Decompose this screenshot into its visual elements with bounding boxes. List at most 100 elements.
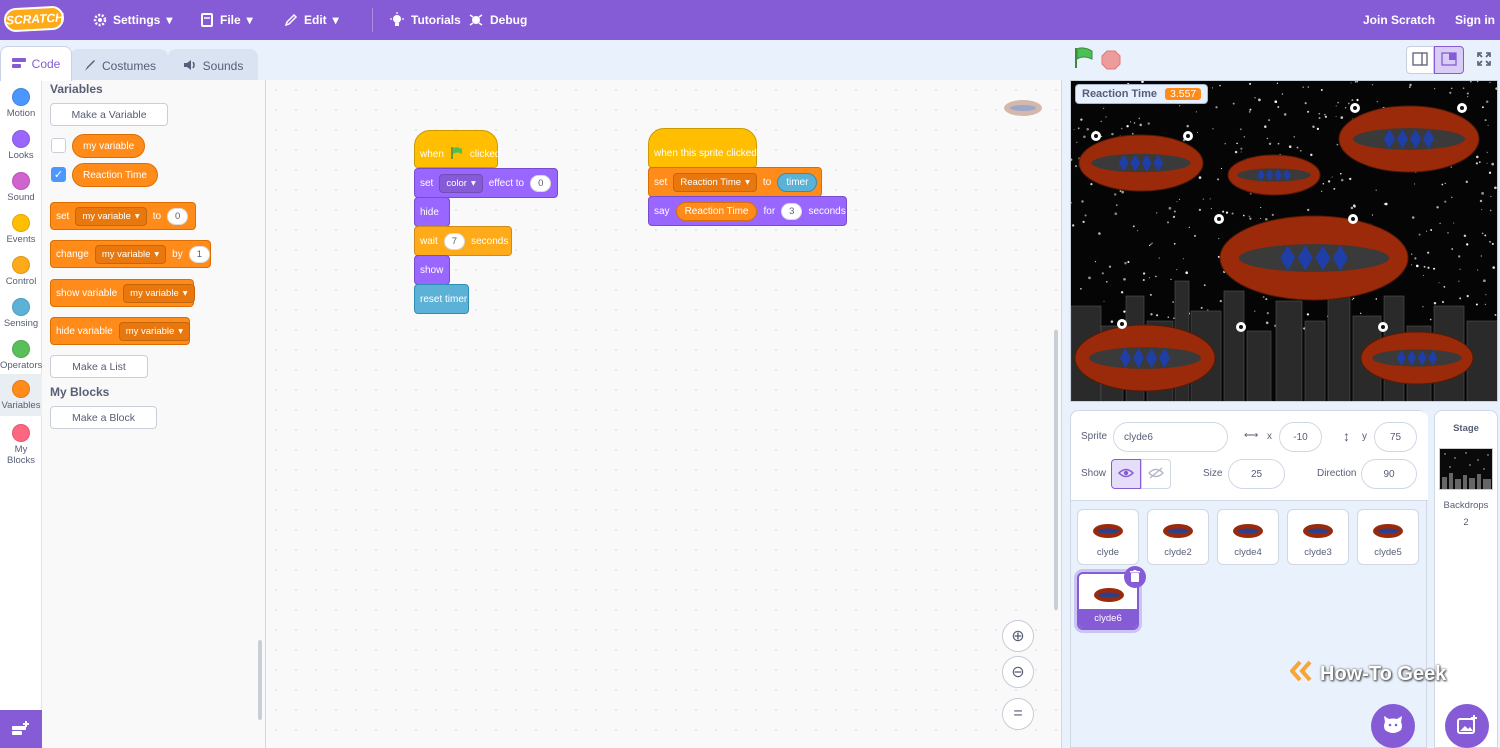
debug-button[interactable]: Debug [468,0,527,40]
equals-icon: = [1013,705,1023,722]
value-input[interactable]: 7 [443,232,466,250]
block-text: show variable [56,287,118,299]
stage-selector[interactable]: Stage Backdrops 2 [1434,410,1498,748]
variable-dropdown[interactable]: Reaction Time ▾ [673,172,757,192]
code-scrollbar[interactable] [1054,330,1058,610]
file-icon [200,13,214,27]
effect-dropdown[interactable]: color ▾ [439,173,483,193]
add-extension-button[interactable] [0,710,42,748]
show-sprite-button[interactable] [1111,459,1141,489]
sprite-tile[interactable]: clyde3 [1287,509,1349,565]
make-variable-button[interactable]: Make a Variable [50,103,168,126]
hide-block[interactable]: hide [414,197,450,227]
zoom-in-icon: ⊕ [1011,628,1025,645]
make-block-button[interactable]: Make a Block [50,406,157,429]
sprite-name-input[interactable]: clyde6 [1113,422,1228,452]
choose-backdrop-button[interactable] [1445,704,1489,748]
value-input[interactable]: 3 [781,202,803,220]
category-dot [12,380,30,398]
variable-reporter[interactable]: my variable [72,134,146,158]
edit-menu[interactable]: Edit ▾ [284,0,339,40]
value-input[interactable]: 0 [167,207,189,225]
size-input[interactable]: 25 [1228,459,1285,489]
small-stage-button[interactable] [1406,46,1434,74]
current-sprite-thumbnail [1003,98,1043,121]
variable-dropdown[interactable]: my variable ▾ [118,321,191,341]
value-input[interactable]: 1 [188,245,211,263]
sprite-tile[interactable]: clyde [1077,509,1139,565]
code-area[interactable]: when clicked set color ▾ effect to 0 hide… [266,80,1062,748]
join-scratch-link[interactable]: Join Scratch [1363,0,1435,40]
show-block[interactable]: show [414,255,450,285]
sign-in-link[interactable]: Sign in [1455,0,1495,40]
pencil-icon [284,13,298,27]
direction-input[interactable]: 90 [1361,459,1417,489]
tab-costumes[interactable]: Costumes [70,49,168,82]
choose-sprite-button[interactable] [1371,704,1415,748]
reaction-time-monitor[interactable]: Reaction Time 3.557 [1075,84,1209,104]
set-effect-block[interactable]: set color ▾ effect to 0 [414,168,558,198]
variable-checkbox[interactable] [51,138,66,153]
variable-dropdown[interactable]: my variable ▾ [94,244,167,264]
variable-reporter[interactable]: Reaction Time [675,201,758,221]
change-variable-block[interactable]: change my variable ▾ by 1 [50,240,211,268]
green-flag-button[interactable] [1073,46,1095,73]
zoom-out-button[interactable]: ⊖ [1002,656,1034,688]
image-plus-icon [1456,714,1478,738]
hide-sprite-button[interactable] [1141,459,1171,489]
delete-sprite-button[interactable] [1124,566,1146,588]
block-text: seconds [808,205,846,217]
timer-reporter[interactable]: timer [777,172,818,192]
tab-sounds[interactable]: Sounds [168,49,258,82]
sprite-tile[interactable]: clyde2 [1147,509,1209,565]
variable-dropdown[interactable]: my variable ▾ [123,283,195,303]
large-stage-button[interactable] [1434,46,1464,74]
zoom-reset-button[interactable]: = [1002,698,1034,730]
category-events[interactable]: Events [0,208,42,248]
tutorials-button[interactable]: Tutorials [389,0,461,40]
category-my-blocks[interactable]: My Blocks [0,418,42,466]
category-dot [12,424,30,442]
gear-icon [93,13,107,27]
palette-heading-my-blocks: My Blocks [50,385,110,399]
set-variable-block[interactable]: set Reaction Time ▾ to timer [648,167,822,197]
stop-button[interactable] [1101,50,1121,73]
file-menu[interactable]: File ▾ [200,0,253,40]
variable-dropdown[interactable]: my variable ▾ [75,206,147,226]
variable-reporter[interactable]: Reaction Time [72,163,158,187]
fullscreen-button[interactable] [1470,46,1498,74]
lightbulb-icon [389,12,405,28]
zoom-in-button[interactable]: ⊕ [1002,620,1034,652]
show-variable-block[interactable]: show variable my variable ▾ [50,279,195,307]
scratch-logo[interactable]: SCRATCH [3,5,65,33]
category-looks[interactable]: Looks [0,124,42,164]
monitor-label: Reaction Time [1082,88,1157,100]
category-sensing[interactable]: Sensing [0,292,42,332]
sprite-tile[interactable]: clyde4 [1217,509,1279,565]
say-for-seconds-block[interactable]: say Reaction Time for 3 seconds [648,196,847,226]
hide-variable-block[interactable]: hide variable my variable ▾ [50,317,191,345]
variable-checkbox-checked[interactable]: ✓ [51,167,66,182]
palette-scrollbar[interactable] [258,640,262,720]
y-input[interactable]: 75 [1374,422,1417,452]
dropdown-text: my variable [125,325,175,337]
settings-menu[interactable]: Settings ▾ [93,0,172,40]
value-input[interactable]: 0 [530,174,552,192]
category-variables[interactable]: Variables [0,374,42,416]
tab-code[interactable]: Code [0,46,72,81]
category-control[interactable]: Control [0,250,42,290]
sprite-tile[interactable]: clyde5 [1357,509,1419,565]
make-list-button[interactable]: Make a List [50,355,148,378]
category-motion[interactable]: Motion [0,82,42,122]
wait-block[interactable]: wait 7 seconds [414,226,512,256]
category-sound[interactable]: Sound [0,166,42,206]
x-input[interactable]: -10 [1279,422,1322,452]
menu-bar: SCRATCH Settings ▾ File ▾ Edit ▾ Tutoria… [0,0,1500,40]
reset-timer-block[interactable]: reset timer [414,284,469,314]
category-operators[interactable]: Operators [0,334,42,374]
when-flag-clicked-block[interactable]: when clicked [414,130,500,168]
debug-label: Debug [490,13,528,27]
set-variable-block[interactable]: set my variable ▾ to 0 [50,202,196,230]
stage-canvas[interactable] [1070,80,1498,402]
when-sprite-clicked-block[interactable]: when this sprite clicked [648,128,757,168]
